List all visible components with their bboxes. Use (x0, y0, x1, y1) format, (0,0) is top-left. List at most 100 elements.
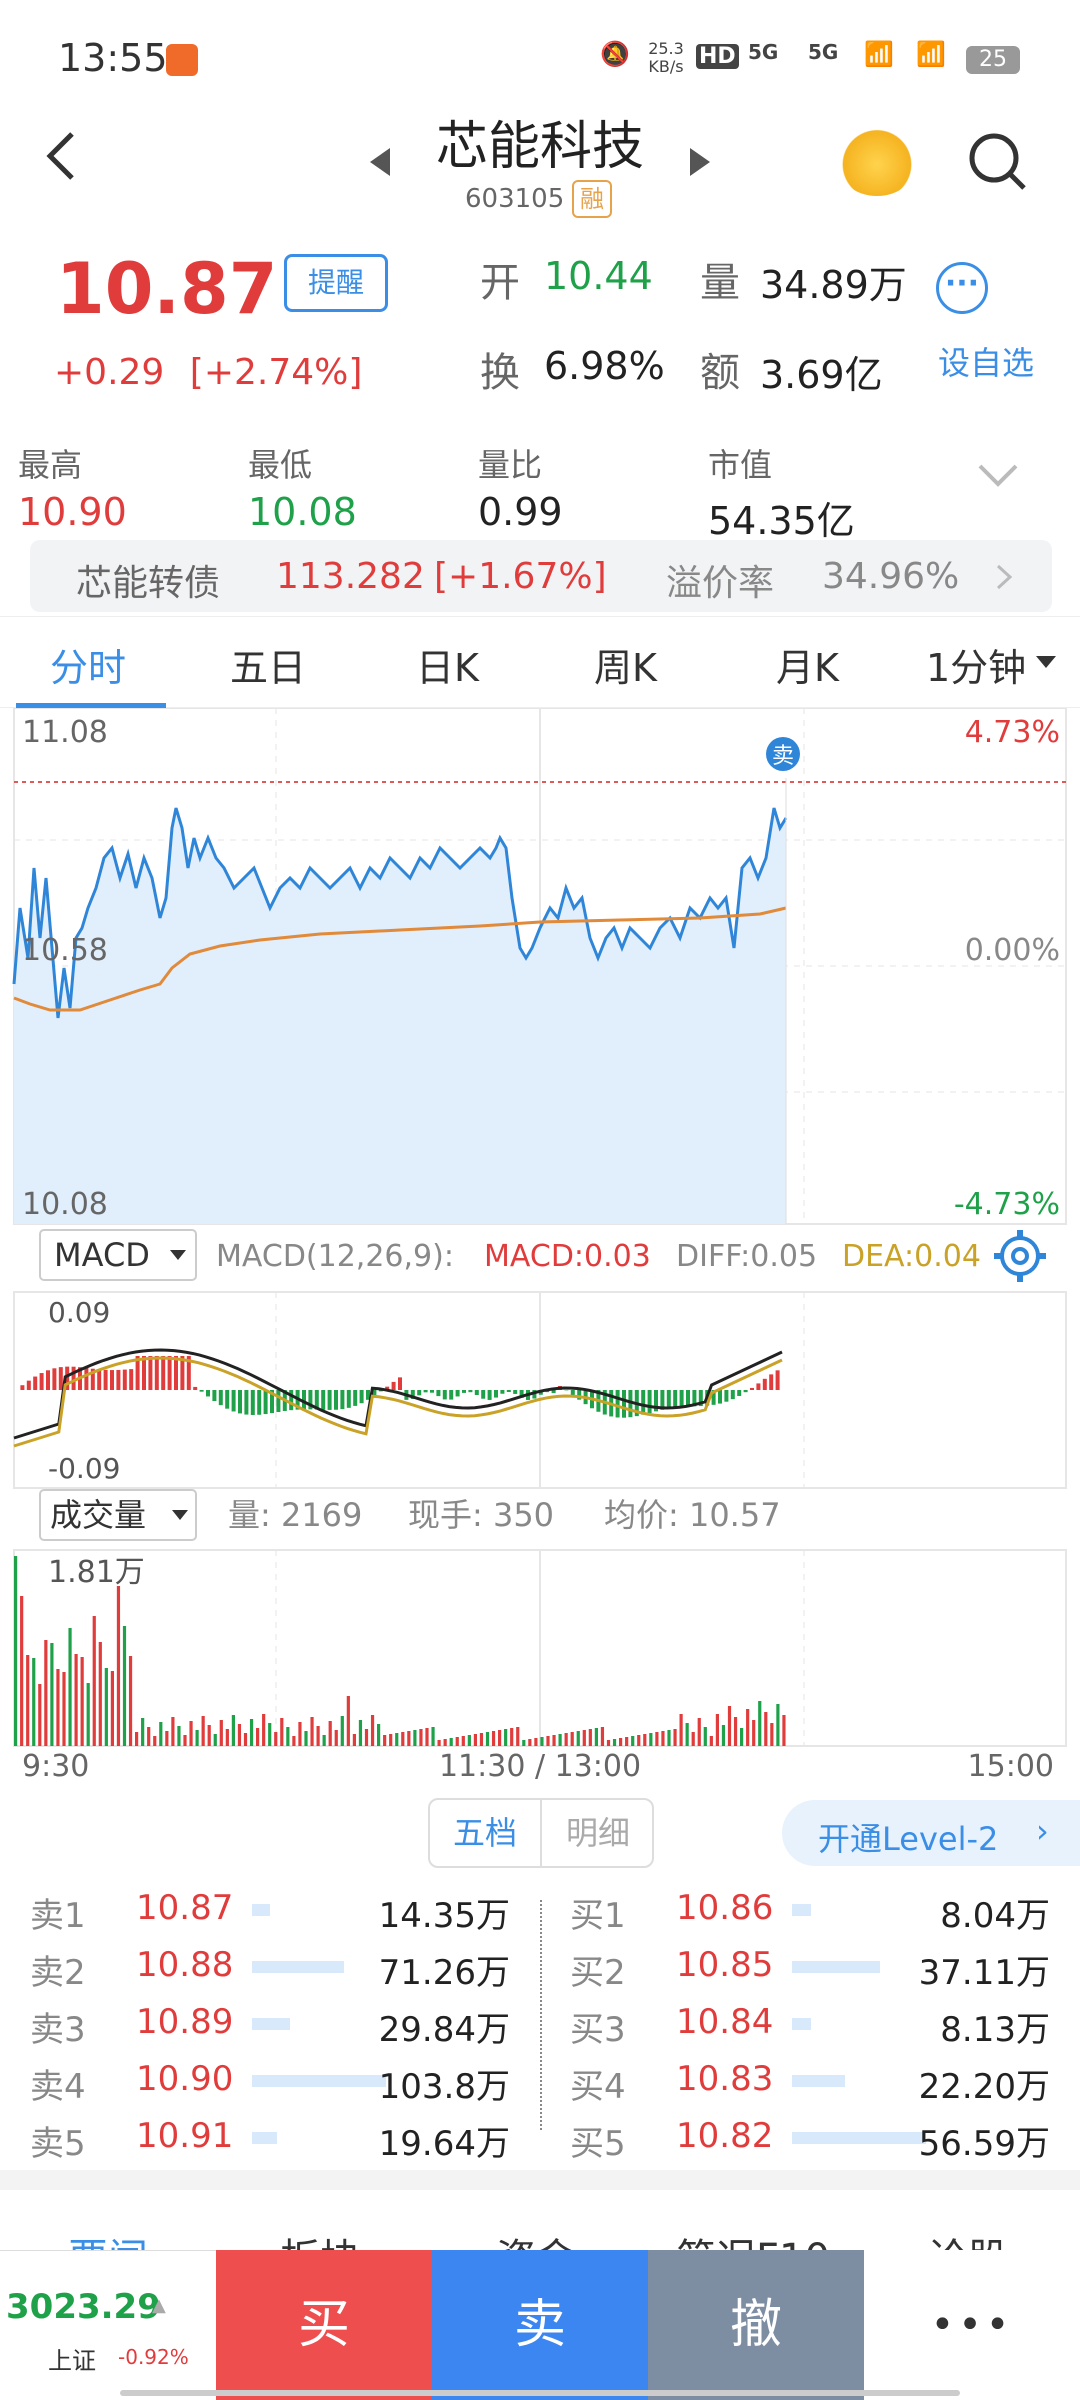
orderbook-volume: 14.35万 (378, 1896, 510, 1936)
volume-bar (746, 1709, 750, 1746)
expand-chevron-icon[interactable] (976, 460, 1020, 494)
sell-button[interactable]: 卖 (432, 2250, 648, 2400)
time-mid: 11:30 / 13:00 (439, 1749, 641, 1784)
tab-daily-k[interactable]: 日K (416, 637, 479, 692)
tab-minute-selector[interactable]: 1分钟 (926, 637, 1026, 692)
macd-bar (647, 1390, 652, 1414)
tab-f10[interactable]: 简况F10 (676, 2226, 830, 2250)
macd-bar (84, 1367, 89, 1390)
volume-bar (558, 1734, 562, 1746)
macd-bar (417, 1390, 422, 1396)
cancel-order-button[interactable]: 撤 (648, 2250, 864, 2400)
macd-bar (148, 1356, 153, 1390)
bid-row[interactable]: 买4 10.83 22.20万 (540, 2051, 1080, 2108)
open-value: 10.44 (544, 254, 653, 298)
macd-bar (423, 1390, 428, 1393)
net-speed: 25.3 KB/s (648, 39, 684, 76)
orderbook-volume: 71.26万 (378, 1953, 510, 1993)
macd-bar (225, 1390, 230, 1409)
macd-bar (244, 1390, 249, 1415)
macd-bar (455, 1390, 460, 1397)
tab-details[interactable]: 明细 (542, 1800, 654, 1866)
ask-row[interactable]: 卖4 10.90 103.8万 (0, 2051, 540, 2108)
volume-bar (104, 1668, 108, 1746)
status-time: 13:55 (58, 36, 168, 80)
tab-five-day[interactable]: 五日 (230, 637, 306, 692)
macd-bar (724, 1390, 729, 1402)
stock-code: 603105 (465, 184, 565, 214)
ask-row[interactable]: 卖2 10.88 71.26万 (0, 1937, 540, 1994)
tab-monthly-k[interactable]: 月K (776, 637, 839, 692)
volume-bar (56, 1669, 60, 1746)
search-icon[interactable] (966, 130, 1028, 196)
tab-sector[interactable]: 板块 (280, 2226, 360, 2250)
orderbook-volume: 37.11万 (918, 1953, 1050, 1993)
volume-bar (298, 1722, 302, 1746)
volume-bar (201, 1716, 205, 1746)
tab-five-levels[interactable]: 五档 (430, 1800, 542, 1866)
index-pct: -0.92% (118, 2345, 189, 2369)
macd-bar (718, 1390, 722, 1404)
convertible-bond-row[interactable]: 芯能转债 113.282 [+1.67%] 溢价率 34.96% (30, 540, 1052, 612)
volume-bar (401, 1732, 405, 1746)
tab-news[interactable]: 要闻 (68, 2226, 148, 2250)
macd-bar (20, 1385, 25, 1390)
macd-bar (110, 1370, 114, 1390)
volume-bar (14, 1556, 18, 1746)
mute-icon: 🔕 (600, 40, 630, 68)
macd-bar (39, 1373, 44, 1390)
orderbook-level-label: 卖3 (30, 2010, 86, 2050)
orderbook-volume: 103.8万 (378, 2067, 510, 2107)
volume-bar (383, 1735, 387, 1746)
next-stock-icon[interactable] (688, 146, 712, 182)
volume-bar (485, 1732, 490, 1746)
stat-label: 最高 (18, 446, 83, 484)
ask-row[interactable]: 卖1 10.87 14.35万 (0, 1880, 540, 1937)
bid-row[interactable]: 买5 10.82 56.59万 (540, 2108, 1080, 2165)
buy-button[interactable]: 买 (216, 2250, 432, 2400)
dea-value: DEA:0.04 (842, 1239, 981, 1274)
volume-bar (697, 1718, 701, 1746)
change-pct: [+2.74%] (189, 352, 363, 393)
macd-selector-label: MACD (54, 1236, 150, 1274)
macd-bar (449, 1390, 454, 1400)
volume-bar (564, 1733, 568, 1746)
tab-weekly-k[interactable]: 周K (594, 637, 657, 692)
volume-bar (346, 1696, 350, 1746)
tab-discuss[interactable]: 论股 (928, 2226, 1008, 2250)
tab-intraday[interactable]: 分时 (50, 637, 126, 692)
y-mid-label: 10.58 (22, 933, 108, 968)
macd-bar (193, 1386, 198, 1390)
orderbook-volume-bar (252, 1904, 270, 1916)
orderbook-volume-bar (792, 1904, 811, 1916)
mascot-icon[interactable] (836, 126, 918, 196)
ask-row[interactable]: 卖3 10.89 29.84万 (0, 1994, 540, 2051)
macd-bar (154, 1356, 159, 1390)
macd-bar (481, 1390, 486, 1399)
macd-value: MACD:0.03 (484, 1239, 651, 1274)
tab-capital[interactable]: 资金 (496, 2226, 576, 2250)
ask-row[interactable]: 卖5 10.91 19.64万 (0, 2108, 540, 2165)
volume-bar (522, 1740, 526, 1746)
more-dots-icon[interactable]: ··· (936, 262, 988, 314)
volume-bar (116, 1586, 121, 1746)
orderbook-level-label: 买5 (570, 2124, 626, 2164)
change-value: +0.29 (54, 352, 165, 393)
remind-button[interactable]: 提醒 (284, 254, 388, 312)
orderbook-tabs: 五档 明细 (428, 1798, 654, 1868)
add-watchlist-button[interactable]: 设自选 (938, 338, 1034, 384)
level2-button[interactable]: 开通Level-2 › (782, 1800, 1080, 1866)
intraday-chart[interactable]: 卖 11.08 10.58 10.08 4.73% 0.00% -4.73% M… (0, 708, 1080, 1788)
index-ticker[interactable]: 3023.29 ▲ 上证 -0.92% (0, 2250, 216, 2400)
bid-row[interactable]: 买3 10.84 8.13万 (540, 1994, 1080, 2051)
up-arrow-icon: ▲ (152, 2295, 166, 2316)
volume-bar (491, 1731, 496, 1746)
macd-bar (58, 1367, 63, 1390)
bid-row[interactable]: 买2 10.85 37.11万 (540, 1937, 1080, 1994)
volume-bar (219, 1720, 223, 1746)
stat-label: 量比 (478, 446, 543, 484)
bid-row[interactable]: 买1 10.86 8.04万 (540, 1880, 1080, 1937)
volume-bar (377, 1724, 381, 1746)
volume-bar (328, 1721, 332, 1746)
more-menu-button[interactable]: ••• (864, 2250, 1080, 2400)
